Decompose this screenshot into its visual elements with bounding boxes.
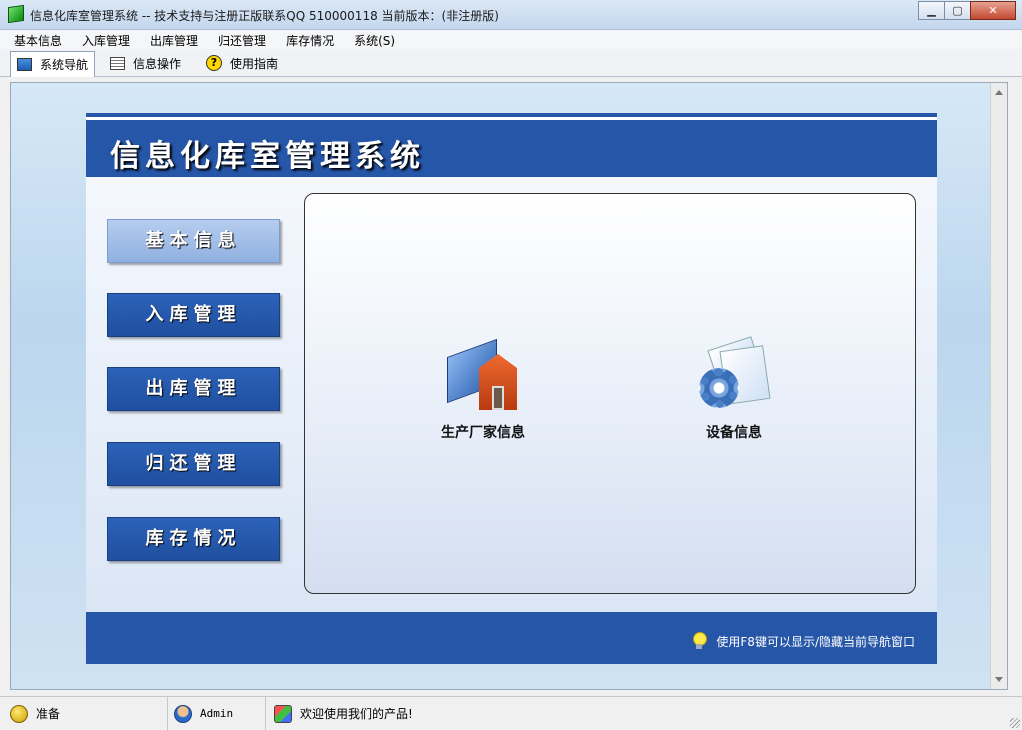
- nav-button-inventory[interactable]: 库存情况: [107, 517, 280, 561]
- navigation-panel: 信息化库室管理系统 基本信息 入库管理 出库管理 归还管理 库存情况 生产厂家信…: [86, 113, 937, 664]
- app-cube-icon: [8, 4, 24, 24]
- tab-label: 系统导航: [40, 58, 89, 72]
- status-bar: 准备 Admin 欢迎使用我们的产品!: [0, 696, 1022, 730]
- status-user-text: Admin: [200, 707, 234, 720]
- tab-system-nav[interactable]: 系统导航: [10, 51, 96, 77]
- window-title: 信息化库室管理系统 -- 技术支持与注册正版联系QQ 510000118 当前版…: [30, 9, 499, 23]
- product-icon: [274, 704, 292, 723]
- content-box: 生产厂家信息 设备信息: [304, 193, 916, 594]
- help-icon: ?: [206, 55, 222, 71]
- status-user: Admin: [174, 697, 266, 730]
- menu-inventory[interactable]: 库存情况: [274, 30, 342, 49]
- minimize-button[interactable]: ▁: [918, 1, 945, 20]
- status-ready-text: 准备: [36, 707, 61, 721]
- ready-status-icon: [10, 704, 28, 723]
- user-icon: [174, 704, 192, 723]
- maximize-button[interactable]: ▢: [944, 1, 971, 20]
- window-controls: ▁ ▢ ✕: [918, 1, 1016, 20]
- tab-user-guide[interactable]: ? 使用指南: [200, 51, 284, 75]
- toolbar: 系统导航 信息操作 ? 使用指南: [0, 49, 1022, 77]
- item-device-info[interactable]: 设备信息: [669, 336, 799, 442]
- header-stripe: [86, 117, 937, 120]
- item-label: 设备信息: [706, 425, 762, 441]
- item-label: 生产厂家信息: [441, 425, 525, 441]
- status-welcome-text: 欢迎使用我们的产品!: [300, 707, 413, 721]
- vertical-scrollbar[interactable]: [990, 83, 1007, 689]
- nav-button-inbound[interactable]: 入库管理: [107, 293, 280, 337]
- grid-icon: [110, 56, 125, 70]
- device-icon: [697, 336, 771, 414]
- nav-window-icon: [17, 58, 32, 71]
- status-welcome: 欢迎使用我们的产品!: [274, 697, 574, 730]
- menu-bar: 基本信息 入库管理 出库管理 归还管理 库存情况 系统(S): [0, 30, 1022, 49]
- item-manufacturer-info[interactable]: 生产厂家信息: [418, 338, 548, 442]
- tab-label: 使用指南: [230, 56, 279, 71]
- lightbulb-icon: [692, 632, 708, 650]
- scroll-up-arrow-icon[interactable]: [995, 90, 1003, 95]
- factory-icon: [445, 338, 521, 414]
- footer-hint: 使用F8键可以显示/隐藏当前导航窗口: [692, 632, 915, 650]
- menu-basic-info[interactable]: 基本信息: [0, 30, 70, 49]
- title-bar[interactable]: 信息化库室管理系统 -- 技术支持与注册正版联系QQ 510000118 当前版…: [0, 0, 1022, 30]
- menu-return[interactable]: 归还管理: [206, 30, 274, 49]
- resize-grip-icon[interactable]: [1010, 718, 1020, 728]
- nav-button-basic-info[interactable]: 基本信息: [107, 219, 280, 263]
- status-ready: 准备: [10, 697, 168, 730]
- menu-outbound[interactable]: 出库管理: [138, 30, 206, 49]
- client-area: 信息化库室管理系统 基本信息 入库管理 出库管理 归还管理 库存情况 生产厂家信…: [10, 82, 1008, 690]
- panel-body: 基本信息 入库管理 出库管理 归还管理 库存情况 生产厂家信息 设备信息: [86, 177, 937, 612]
- menu-inbound[interactable]: 入库管理: [70, 30, 138, 49]
- tab-info-operation[interactable]: 信息操作: [104, 51, 187, 75]
- nav-button-outbound[interactable]: 出库管理: [107, 367, 280, 411]
- nav-button-return[interactable]: 归还管理: [107, 442, 280, 486]
- panel-title: 信息化库室管理系统: [110, 139, 425, 174]
- panel-footer: 使用F8键可以显示/隐藏当前导航窗口: [86, 612, 937, 664]
- panel-header: 信息化库室管理系统: [86, 113, 937, 177]
- scroll-down-arrow-icon[interactable]: [995, 677, 1003, 682]
- close-button[interactable]: ✕: [970, 1, 1016, 20]
- tab-label: 信息操作: [133, 56, 182, 71]
- footer-hint-text: 使用F8键可以显示/隐藏当前导航窗口: [716, 634, 915, 649]
- menu-system[interactable]: 系统(S): [342, 30, 403, 49]
